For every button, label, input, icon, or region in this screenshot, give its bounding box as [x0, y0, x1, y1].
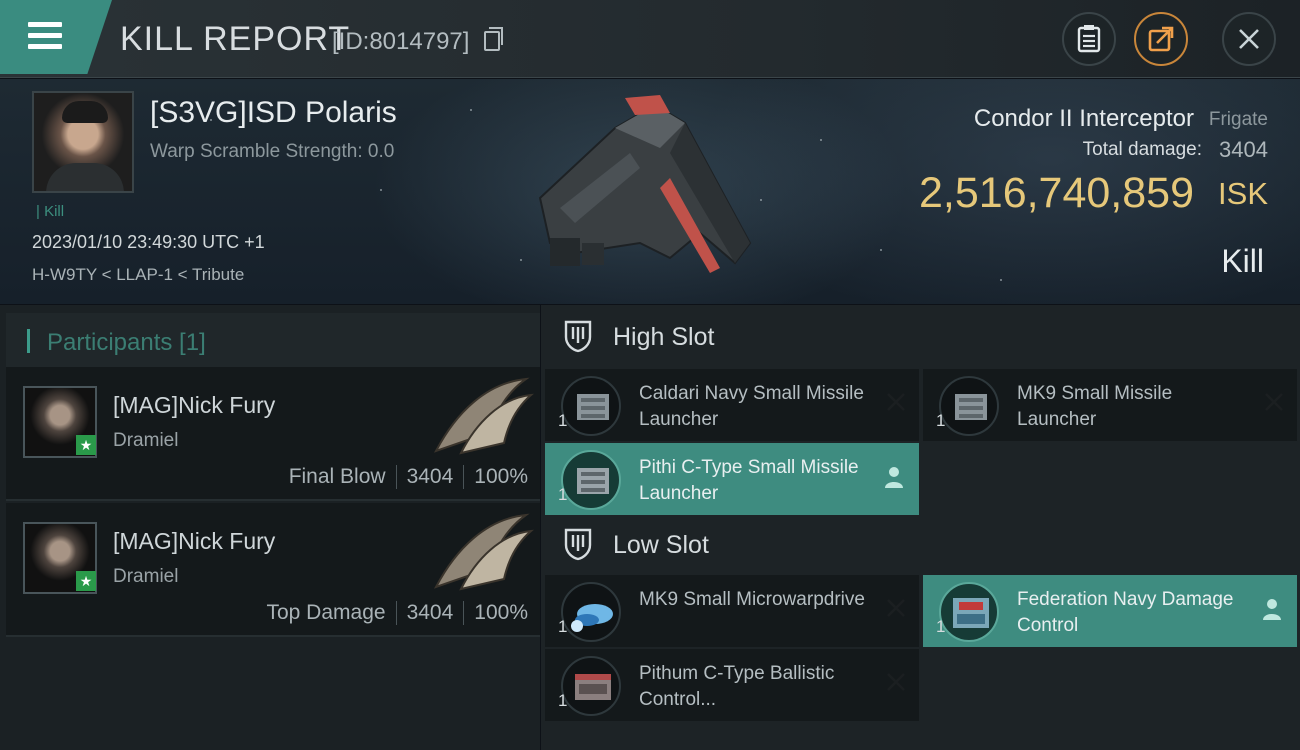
- participants-label: Participants [1]: [47, 329, 206, 356]
- module-name: Pithi C-Type Small Missile Launcher: [639, 457, 859, 504]
- module-item[interactable]: 1 Pithum C-Type Ballistic Control...: [545, 649, 919, 721]
- launcher-icon: [561, 450, 621, 510]
- module-name: Caldari Navy Small Missile Launcher: [639, 383, 864, 430]
- module-item[interactable]: 1 MK9 Small Microwarpdrive: [545, 575, 919, 647]
- victim-portrait[interactable]: [32, 91, 134, 193]
- microwarpdrive-icon: [561, 582, 621, 642]
- menu-icon: [28, 22, 62, 27]
- participant-damage: 3404: [406, 465, 454, 488]
- participant-name[interactable]: [MAG]Nick Fury: [113, 392, 275, 419]
- star: [380, 189, 382, 191]
- victim-ship-class: Frigate: [1208, 109, 1268, 130]
- shield-icon: [564, 320, 592, 353]
- damage-control-icon: [939, 582, 999, 642]
- participant-card[interactable]: ★ [MAG]Nick Fury Dramiel Final Blow 3404 1…: [6, 367, 540, 501]
- participants-panel: Participants [1] ★ [MAG]Nick Fury Dramie…: [0, 305, 540, 750]
- participant-percent: 100%: [474, 601, 528, 624]
- module-quantity: 1: [558, 691, 568, 710]
- module-quantity: 1: [936, 411, 946, 430]
- launcher-icon: [939, 376, 999, 436]
- clipboard-icon: [1077, 25, 1101, 53]
- person-icon[interactable]: [1261, 597, 1283, 621]
- menu-icon-bar: [28, 44, 62, 49]
- victim-summary: [S3VG]ISD Polaris Warp Scramble Strength…: [0, 79, 1300, 304]
- high-slot-label: High Slot: [613, 323, 715, 351]
- participant-card[interactable]: ★ [MAG]Nick Fury Dramiel Top Damage 3404 1…: [6, 503, 540, 637]
- isk-value: 2,516,740,859: [919, 169, 1194, 217]
- module-quantity: 1: [558, 411, 568, 430]
- module-name: Pithum C-Type Ballistic Control...: [639, 663, 835, 710]
- participant-ship-icon: [433, 377, 535, 455]
- participant-ship: Dramiel: [113, 566, 179, 587]
- total-damage-label: Total damage:: [1082, 139, 1202, 160]
- fitting-panel: High Slot 1 Caldari Navy Small Missile L…: [541, 305, 1300, 750]
- launcher-icon: [561, 376, 621, 436]
- kill-tag-label: Kill: [44, 203, 65, 220]
- clipboard-button[interactable]: [1062, 12, 1116, 66]
- participants-accent: [27, 329, 30, 353]
- person-icon[interactable]: [883, 465, 905, 489]
- participant-percent: 100%: [474, 465, 528, 488]
- warp-scramble-strength: Warp Scramble Strength: 0.0: [150, 141, 395, 162]
- menu-button[interactable]: [0, 0, 112, 74]
- separator: [395, 601, 397, 626]
- menu-icon-bar: [28, 33, 62, 38]
- kill-location[interactable]: H-W9TY < LLAP-1 < Tribute: [32, 265, 244, 285]
- kill-result: Kill: [1221, 243, 1264, 279]
- module-quantity: 1: [558, 485, 568, 504]
- module-item[interactable]: 1 Caldari Navy Small Missile Launcher: [545, 369, 919, 441]
- page-title: KILL REPORT: [120, 20, 351, 58]
- star: [880, 249, 882, 251]
- share-icon: [1148, 26, 1174, 52]
- module-item[interactable]: 1 MK9 Small Missile Launcher: [923, 369, 1297, 441]
- low-slot-label: Low Slot: [613, 531, 709, 559]
- module-name: MK9 Small Missile Launcher: [1017, 383, 1173, 430]
- victim-name[interactable]: [S3VG]ISD Polaris: [150, 96, 397, 130]
- victim-ship-name[interactable]: Condor II Interceptor: [974, 105, 1194, 133]
- remove-icon[interactable]: [885, 671, 907, 693]
- participant-ship-icon: [433, 513, 535, 591]
- close-icon: [1239, 29, 1259, 49]
- report-id: [ID:8014797]: [332, 28, 470, 55]
- isk-unit: ISK: [1218, 176, 1268, 211]
- low-slot-header: Low Slot: [545, 513, 1300, 577]
- participant-ship: Dramiel: [113, 430, 179, 451]
- separator: [463, 465, 465, 490]
- star-icon: ★: [76, 571, 96, 591]
- separator: [395, 465, 397, 490]
- remove-icon[interactable]: [1263, 391, 1285, 413]
- top-bar: KILL REPORT [ID:8014797]: [0, 0, 1300, 78]
- ship-image: [538, 95, 752, 273]
- high-slot-header: High Slot: [545, 305, 1300, 369]
- module-quantity: 1: [558, 617, 568, 636]
- module-quantity: 1: [936, 617, 946, 636]
- copy-icon[interactable]: [484, 27, 503, 51]
- star: [470, 109, 472, 111]
- separator: [463, 601, 465, 626]
- participant-damage: 3404: [406, 601, 454, 624]
- participant-role: Final Blow: [288, 465, 386, 488]
- module-name: Federation Navy Damage Control: [1017, 589, 1234, 636]
- star: [1000, 279, 1002, 281]
- total-damage-value: 3404: [1219, 137, 1268, 162]
- star-icon: ★: [76, 435, 96, 455]
- star: [820, 139, 822, 141]
- participant-role: Top Damage: [266, 601, 386, 624]
- module-name: MK9 Small Microwarpdrive: [639, 589, 865, 610]
- remove-icon[interactable]: [885, 597, 907, 619]
- participant-name[interactable]: [MAG]Nick Fury: [113, 528, 275, 555]
- participant-stats: Top Damage 3404 100%: [266, 601, 528, 626]
- participant-stats: Final Blow 3404 100%: [288, 465, 528, 490]
- kill-datetime: 2023/01/10 23:49:30 UTC +1: [32, 232, 265, 252]
- participants-header: Participants [1]: [6, 313, 540, 367]
- ballistic-control-icon: [561, 656, 621, 716]
- close-button[interactable]: [1222, 12, 1276, 66]
- module-item[interactable]: 1 Federation Navy Damage Control: [923, 575, 1297, 647]
- share-button[interactable]: [1134, 12, 1188, 66]
- remove-icon[interactable]: [885, 391, 907, 413]
- shield-icon: [564, 528, 592, 561]
- kill-tag: | Kill: [36, 203, 65, 220]
- module-item[interactable]: 1 Pithi C-Type Small Missile Launcher: [545, 443, 919, 515]
